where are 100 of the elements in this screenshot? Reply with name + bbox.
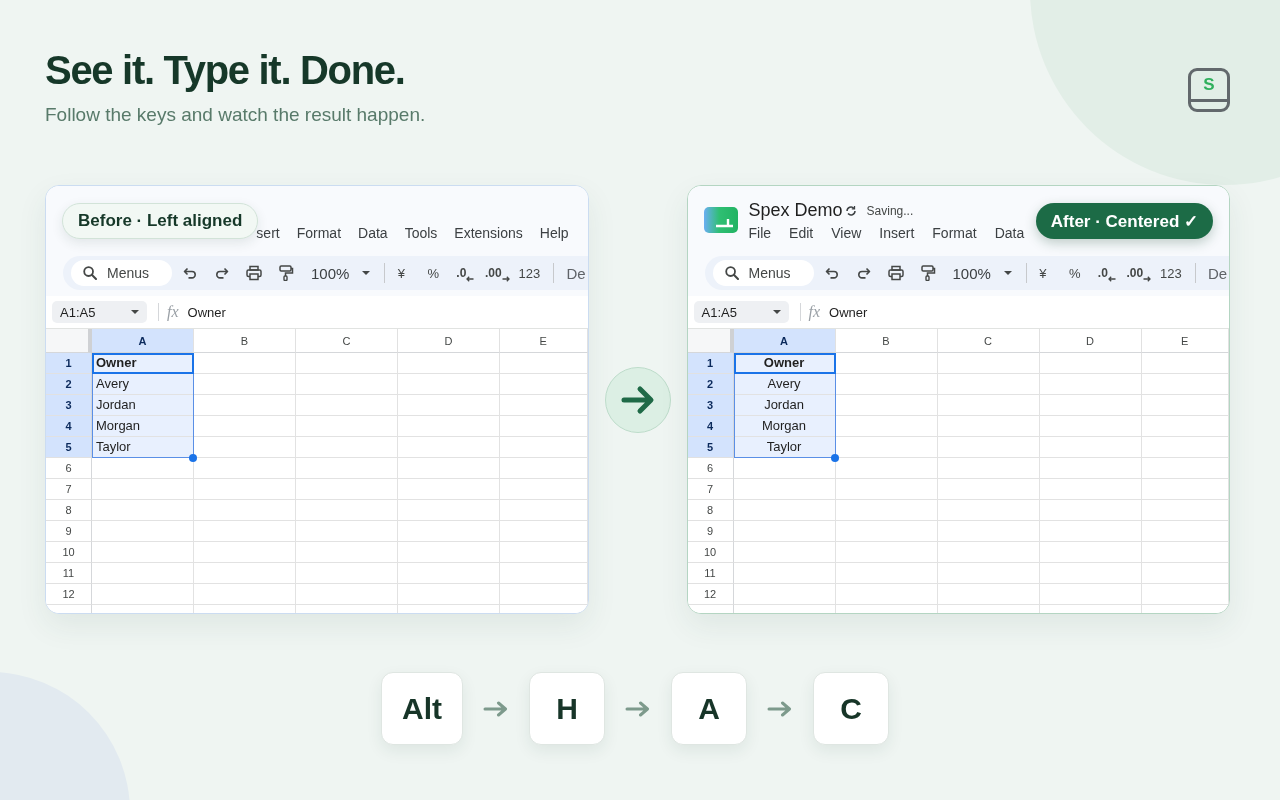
grid-cell[interactable] bbox=[937, 584, 1040, 605]
menu-item[interactable]: Edit bbox=[789, 224, 814, 242]
grid-cell[interactable] bbox=[194, 542, 296, 563]
menu-item[interactable]: Format bbox=[296, 224, 342, 242]
grid-cell[interactable] bbox=[296, 374, 398, 395]
grid-cell[interactable] bbox=[398, 479, 500, 500]
menu-item[interactable]: Help bbox=[539, 224, 569, 242]
grid-cell[interactable] bbox=[1039, 437, 1142, 458]
grid-cell[interactable] bbox=[1039, 374, 1142, 395]
grid-cell[interactable] bbox=[937, 500, 1040, 521]
grid-cell[interactable] bbox=[1141, 437, 1229, 458]
font-dropdown[interactable]: De bbox=[566, 264, 586, 282]
grid-cell[interactable] bbox=[1141, 458, 1229, 479]
grid-cell[interactable] bbox=[296, 353, 398, 374]
paint-roller-icon[interactable] bbox=[919, 265, 936, 281]
row-header[interactable]: 7 bbox=[687, 479, 734, 500]
grid-cell[interactable] bbox=[194, 437, 296, 458]
grid-cell[interactable] bbox=[937, 521, 1040, 542]
grid-cell[interactable] bbox=[296, 521, 398, 542]
column-header[interactable]: D bbox=[1039, 329, 1142, 353]
grid-cell[interactable]: Jordan bbox=[92, 395, 194, 416]
menu-item[interactable]: Tools bbox=[404, 224, 438, 242]
grid-cell[interactable] bbox=[398, 521, 500, 542]
redo-icon[interactable] bbox=[214, 265, 230, 281]
column-header[interactable]: B bbox=[194, 329, 296, 353]
column-header[interactable]: B bbox=[835, 329, 938, 353]
formula-field[interactable]: Owner bbox=[187, 304, 588, 320]
column-header[interactable]: C bbox=[937, 329, 1040, 353]
format-button[interactable]: .0 bbox=[449, 260, 482, 286]
sync-icon[interactable] bbox=[844, 204, 857, 217]
grid-cell[interactable] bbox=[733, 563, 836, 584]
grid-cell[interactable] bbox=[500, 374, 588, 395]
grid-cell[interactable] bbox=[835, 584, 938, 605]
grid-cell[interactable] bbox=[194, 521, 296, 542]
printer-icon[interactable] bbox=[887, 265, 904, 281]
grid-cell[interactable] bbox=[500, 563, 588, 584]
grid-cell[interactable] bbox=[835, 353, 938, 374]
grid-cell[interactable] bbox=[1039, 458, 1142, 479]
grid-cell[interactable] bbox=[1141, 395, 1229, 416]
grid-cell[interactable] bbox=[500, 437, 588, 458]
grid-cell[interactable]: Avery bbox=[733, 374, 836, 395]
grid-cell[interactable] bbox=[92, 563, 194, 584]
row-header[interactable]: 5 bbox=[46, 437, 92, 458]
zoom-dropdown[interactable]: 100% bbox=[941, 260, 1020, 286]
grid-cell[interactable] bbox=[296, 458, 398, 479]
grid-cell[interactable] bbox=[500, 416, 588, 437]
grid-cell[interactable] bbox=[1039, 500, 1142, 521]
grid-cell[interactable] bbox=[296, 395, 398, 416]
menu-item[interactable]: View bbox=[831, 224, 862, 242]
grid-cell[interactable] bbox=[194, 500, 296, 521]
grid-cell[interactable] bbox=[937, 374, 1040, 395]
redo-icon[interactable] bbox=[855, 265, 872, 281]
grid-cell[interactable]: Owner bbox=[92, 353, 194, 374]
search-input[interactable]: Menus bbox=[107, 265, 167, 281]
grid-cell[interactable] bbox=[500, 353, 588, 374]
grid-cell[interactable] bbox=[835, 374, 938, 395]
menu-item[interactable]: File bbox=[748, 224, 772, 242]
grid-cell[interactable] bbox=[1039, 521, 1142, 542]
format-button[interactable]: ¥ bbox=[385, 260, 418, 286]
row-header[interactable]: 2 bbox=[46, 374, 92, 395]
row-header[interactable]: 1 bbox=[687, 353, 734, 374]
grid-cell[interactable] bbox=[835, 416, 938, 437]
grid-cell[interactable] bbox=[398, 395, 500, 416]
column-header[interactable]: D bbox=[398, 329, 500, 353]
grid-cell[interactable] bbox=[92, 521, 194, 542]
grid-cell[interactable] bbox=[296, 563, 398, 584]
select-all-corner[interactable] bbox=[46, 329, 92, 353]
grid-cell[interactable] bbox=[733, 479, 836, 500]
grid-cell[interactable] bbox=[835, 500, 938, 521]
grid-cell[interactable] bbox=[1141, 500, 1229, 521]
grid-cell[interactable] bbox=[398, 416, 500, 437]
format-button[interactable]: .00 bbox=[481, 260, 514, 286]
grid-cell[interactable]: Morgan bbox=[733, 416, 836, 437]
row-header[interactable]: 12 bbox=[46, 584, 92, 605]
grid-cell[interactable] bbox=[937, 437, 1040, 458]
printer-icon[interactable] bbox=[246, 265, 262, 281]
grid-cell[interactable] bbox=[500, 584, 588, 605]
grid-cell[interactable] bbox=[937, 353, 1040, 374]
grid-cell[interactable] bbox=[835, 395, 938, 416]
grid-cell[interactable] bbox=[398, 500, 500, 521]
column-header[interactable]: E bbox=[1141, 329, 1229, 353]
grid-cell[interactable] bbox=[1039, 563, 1142, 584]
grid-cell[interactable] bbox=[194, 584, 296, 605]
grid-cell[interactable] bbox=[733, 500, 836, 521]
row-header[interactable]: 6 bbox=[46, 458, 92, 479]
format-button[interactable]: .0 bbox=[1090, 260, 1123, 286]
row-header[interactable]: 10 bbox=[46, 542, 92, 563]
grid-cell[interactable] bbox=[194, 353, 296, 374]
grid-cell[interactable] bbox=[194, 458, 296, 479]
grid-cell[interactable] bbox=[937, 416, 1040, 437]
grid-cell[interactable] bbox=[937, 563, 1040, 584]
grid-cell[interactable] bbox=[835, 563, 938, 584]
grid-cell[interactable] bbox=[296, 542, 398, 563]
grid-cell[interactable] bbox=[1141, 542, 1229, 563]
column-header[interactable]: A bbox=[92, 329, 194, 353]
row-header[interactable]: 3 bbox=[687, 395, 734, 416]
grid-cell[interactable] bbox=[92, 479, 194, 500]
grid-cell[interactable] bbox=[1039, 542, 1142, 563]
format-button[interactable]: 123 bbox=[1154, 260, 1187, 286]
grid-cell[interactable] bbox=[398, 437, 500, 458]
